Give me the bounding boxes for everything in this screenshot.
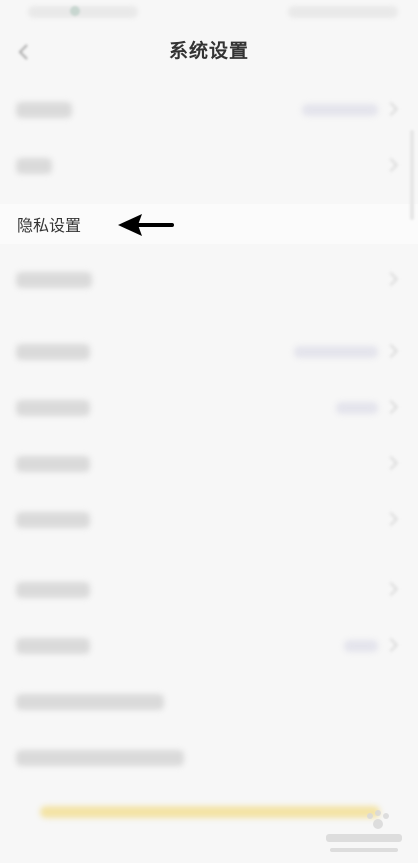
privacy-settings-label: 隐私设置 <box>17 216 82 235</box>
settings-row[interactable] <box>0 388 418 428</box>
settings-row-label-blurred <box>16 638 90 654</box>
settings-row-label-blurred <box>16 344 90 360</box>
settings-row-privacy[interactable]: 隐私设置 <box>0 204 418 244</box>
settings-row-value-blurred <box>302 104 378 116</box>
status-bar-right-blurred <box>288 6 398 18</box>
settings-row-label-blurred <box>16 694 164 710</box>
settings-row-label-blurred <box>16 158 52 174</box>
status-bar <box>0 0 418 28</box>
settings-row[interactable] <box>0 570 418 610</box>
chevron-right-icon <box>383 637 399 653</box>
settings-row-label-blurred <box>16 456 90 472</box>
settings-row-label-blurred <box>16 400 90 416</box>
settings-row-label-blurred <box>16 102 72 118</box>
settings-row[interactable] <box>0 444 418 484</box>
chevron-right-icon <box>383 399 399 415</box>
settings-row[interactable] <box>0 146 418 186</box>
settings-row[interactable] <box>0 260 418 300</box>
settings-row-label-blurred <box>16 512 90 528</box>
settings-row-label-blurred <box>16 582 90 598</box>
settings-row[interactable] <box>0 626 418 666</box>
page-title: 系统设置 <box>168 40 249 62</box>
chevron-right-icon <box>383 101 399 117</box>
status-bar-left-blurred <box>28 6 138 18</box>
settings-row-label-blurred <box>16 750 184 766</box>
settings-row-value-blurred <box>294 346 378 358</box>
chevron-right-icon <box>383 157 399 173</box>
settings-row[interactable] <box>0 738 418 778</box>
left-arrow-annotation-icon <box>118 214 174 236</box>
chevron-right-icon <box>383 343 399 359</box>
chevron-right-icon <box>383 271 399 287</box>
settings-row-value-blurred <box>336 402 378 414</box>
settings-row[interactable] <box>0 682 418 722</box>
settings-row[interactable] <box>0 500 418 540</box>
settings-row[interactable] <box>0 332 418 372</box>
chevron-right-icon <box>383 455 399 471</box>
status-indicator-icon <box>70 6 80 16</box>
settings-row-label-blurred <box>16 272 92 288</box>
header: 系统设置 <box>0 28 418 78</box>
scrollbar[interactable] <box>410 130 414 220</box>
chevron-right-icon <box>383 581 399 597</box>
watermark-logo <box>326 810 402 852</box>
chevron-right-icon <box>383 511 399 527</box>
settings-row-value-blurred <box>344 640 378 652</box>
settings-row[interactable] <box>0 90 418 130</box>
